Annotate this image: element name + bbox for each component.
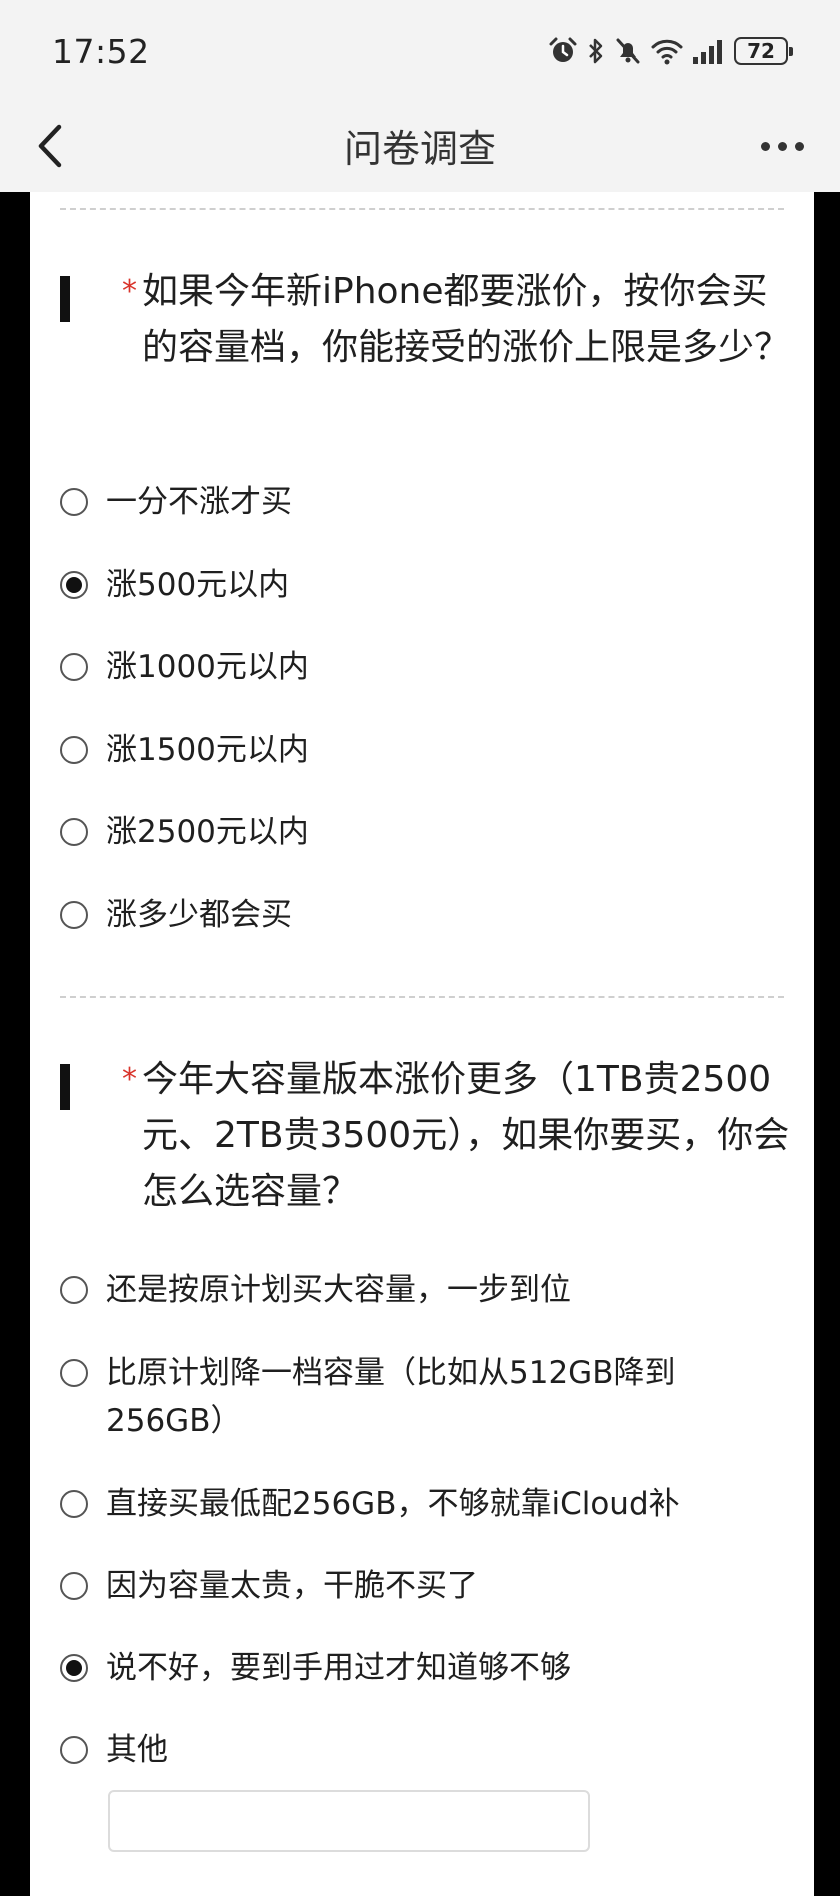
more-dot <box>760 141 770 151</box>
radio-button-selected[interactable] <box>60 571 88 599</box>
radio-button[interactable] <box>60 1572 88 1600</box>
radio-button[interactable] <box>60 653 88 681</box>
option-label: 一分不涨才买 <box>106 484 292 520</box>
option-q2-3[interactable]: 直接买最低配256GB，不够就靠iCloud补 <box>60 1483 790 1528</box>
page-title: 问卷调查 <box>343 127 496 171</box>
status-time: 17:52 <box>52 32 150 71</box>
option-label: 直接买最低配256GB，不够就靠iCloud补 <box>106 1486 680 1522</box>
option-q2-5[interactable]: 说不好，要到手用过才知道够不够 <box>60 1647 790 1692</box>
option-q2-4[interactable]: 因为容量太贵，干脆不买了 <box>60 1565 790 1610</box>
option-label: 因为容量太贵，干脆不买了 <box>106 1568 478 1604</box>
option-label: 说不好，要到手用过才知道够不够 <box>106 1650 571 1686</box>
mute-icon <box>616 38 640 64</box>
battery-icon: 72 <box>734 37 793 65</box>
radio-button[interactable] <box>60 736 88 764</box>
radio-button[interactable] <box>60 1276 88 1304</box>
question-marker <box>60 1064 70 1110</box>
option-label: 涨500元以内 <box>106 567 290 603</box>
option-label: 其他 <box>106 1732 168 1768</box>
option-q2-6[interactable]: 其他 <box>60 1729 790 1774</box>
option-q1-6[interactable]: 涨多少都会买 <box>60 894 790 939</box>
option-label: 涨多少都会买 <box>106 897 292 933</box>
nav-bar: 问卷调查 <box>0 100 840 192</box>
radio-button-selected[interactable] <box>60 1654 88 1682</box>
wifi-icon <box>651 39 683 65</box>
divider <box>60 996 784 998</box>
radio-button[interactable] <box>60 818 88 846</box>
option-q2-1[interactable]: 还是按原计划买大容量，一步到位 <box>60 1269 790 1314</box>
question-title: 今年大容量版本涨价更多（1TB贵2500元、2TB贵3500元），如果你要买，你… <box>142 1059 790 1212</box>
option-q1-4[interactable]: 涨1500元以内 <box>60 729 790 774</box>
alarm-icon <box>549 37 577 62</box>
question-marker <box>60 276 70 322</box>
radio-button[interactable] <box>60 1359 88 1387</box>
status-bar: 17:52 72 <box>0 0 840 100</box>
more-dot <box>777 141 787 151</box>
option-label: 涨1000元以内 <box>106 649 309 685</box>
option-q2-2[interactable]: 比原计划降一档容量（比如从512GB降到256GB） <box>60 1352 790 1445</box>
bluetooth-icon <box>589 38 603 64</box>
radio-button[interactable] <box>60 1736 88 1764</box>
option-q1-3[interactable]: 涨1000元以内 <box>60 646 790 691</box>
more-dot <box>794 141 804 151</box>
survey-content[interactable]: * 如果今年新iPhone都要涨价，按你会买的容量档，你能接受的涨价上限是多少？… <box>30 192 814 1896</box>
status-icons: 72 <box>548 33 793 69</box>
required-mark: * <box>122 1062 137 1097</box>
option-q1-5[interactable]: 涨2500元以内 <box>60 811 790 856</box>
more-button[interactable] <box>750 120 814 172</box>
option-q1-2[interactable]: 涨500元以内 <box>60 564 790 609</box>
divider <box>60 208 784 210</box>
option-label: 涨2500元以内 <box>106 814 309 850</box>
radio-button[interactable] <box>60 488 88 516</box>
required-mark: * <box>122 274 137 309</box>
option-q1-1[interactable]: 一分不涨才买 <box>60 481 790 526</box>
option-label: 涨1500元以内 <box>106 732 309 768</box>
radio-button[interactable] <box>60 901 88 929</box>
other-text-input[interactable] <box>108 1790 590 1852</box>
signal-icon <box>693 40 722 64</box>
option-label: 比原计划降一档容量（比如从512GB降到256GB） <box>106 1355 676 1439</box>
question-title: 如果今年新iPhone都要涨价，按你会买的容量档，你能接受的涨价上限是多少？ <box>142 271 791 368</box>
option-label: 还是按原计划买大容量，一步到位 <box>106 1272 571 1308</box>
radio-button[interactable] <box>60 1490 88 1518</box>
